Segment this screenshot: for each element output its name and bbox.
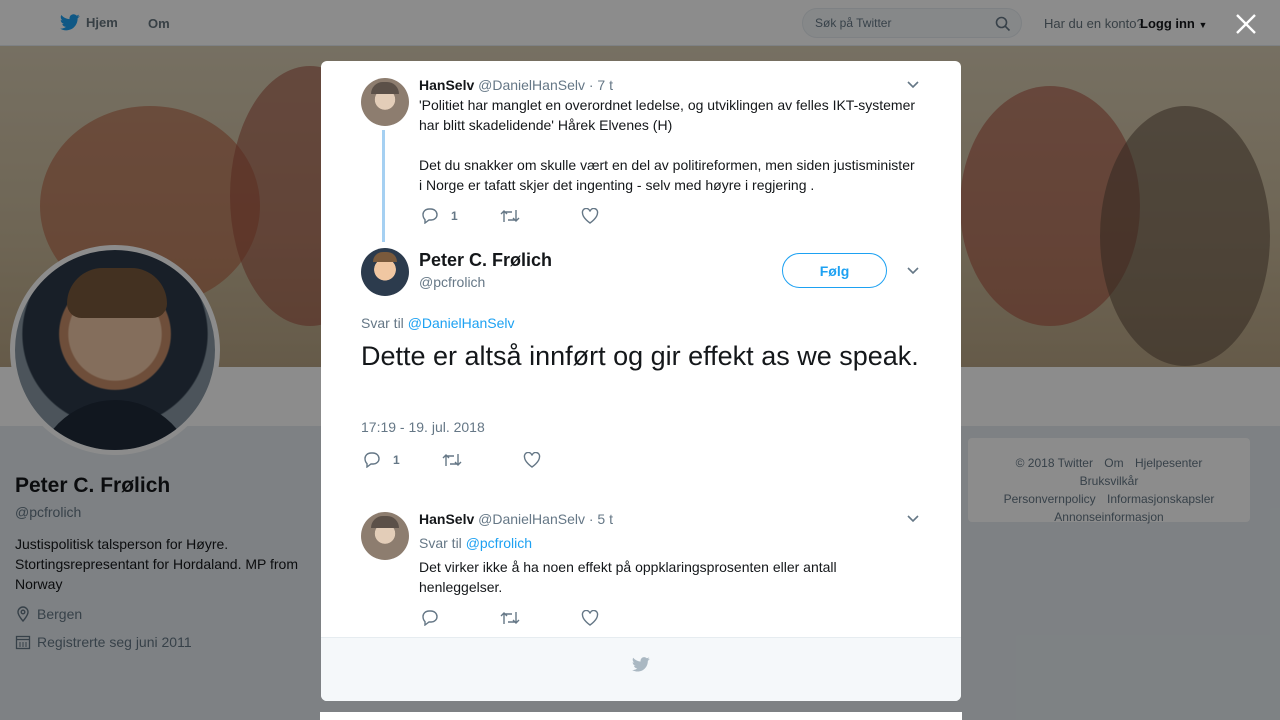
reply-tweet-text: Det virker ikke å ha noen effekt på oppk… (419, 559, 837, 595)
next-modal-edge (320, 712, 962, 720)
reply-prefix: Svar til (361, 315, 404, 331)
parent-tweet-text-2: Det du snakker om skulle vært en del av … (419, 157, 915, 193)
chevron-down-icon[interactable] (906, 266, 920, 276)
close-icon[interactable] (1232, 10, 1260, 38)
main-reply-count: 1 (393, 452, 400, 467)
main-tweet-timestamp[interactable]: 17:19 - 19. jul. 2018 (361, 419, 485, 435)
main-tweet-text: Dette er altså innført og gir effekt as … (361, 341, 919, 371)
reply-tweet-time[interactable]: · 5 t (589, 511, 613, 527)
reply-icon (422, 208, 438, 224)
retweet-icon[interactable] (500, 208, 520, 224)
retweet-icon[interactable] (500, 610, 520, 626)
reply-to-link[interactable]: @DanielHanSelv (408, 315, 515, 331)
main-tweet-reply-context: Svar til @DanielHanSelv (361, 315, 515, 331)
twitter-bird-icon (632, 657, 650, 672)
parent-tweet-time[interactable]: · 7 t (589, 77, 613, 93)
main-reply-action[interactable]: 1 (363, 451, 400, 468)
like-icon[interactable] (581, 610, 599, 626)
reply-tweet-header: HanSelv @DanielHanSelv · 5 t (419, 511, 613, 527)
main-tweet-name[interactable]: Peter C. Frølich (419, 250, 552, 271)
main-tweet-handle[interactable]: @pcfrolich (419, 274, 485, 290)
reply-tweet-reply-context: Svar til @pcfrolich (419, 535, 532, 551)
chevron-down-icon[interactable] (906, 80, 920, 90)
reply-icon (364, 452, 380, 468)
reply-tweet-avatar[interactable] (361, 512, 409, 560)
retweet-icon[interactable] (442, 452, 462, 468)
reply-tweet-name[interactable]: HanSelv (419, 511, 474, 527)
follow-button[interactable]: Følg (782, 253, 887, 288)
parent-reply-action[interactable]: 1 (421, 207, 458, 224)
parent-reply-count: 1 (451, 208, 458, 223)
reply-to-link[interactable]: @pcfrolich (466, 535, 532, 551)
reply-icon[interactable] (421, 609, 439, 626)
parent-tweet-name[interactable]: HanSelv (419, 77, 474, 93)
parent-tweet-text-1: 'Politiet har manglet en overordnet lede… (419, 97, 916, 133)
main-tweet-avatar[interactable] (361, 248, 409, 296)
reply-tweet-handle[interactable]: @DanielHanSelv (478, 511, 585, 527)
like-icon[interactable] (581, 208, 599, 224)
chevron-down-icon[interactable] (906, 514, 920, 524)
parent-tweet-handle[interactable]: @DanielHanSelv (478, 77, 585, 93)
parent-tweet-header: HanSelv @DanielHanSelv · 7 t (419, 77, 613, 93)
modal-footer (321, 637, 961, 701)
parent-tweet-avatar[interactable] (361, 78, 409, 126)
reply-prefix: Svar til (419, 535, 462, 551)
thread-connector-line (382, 130, 385, 242)
like-icon[interactable] (523, 452, 541, 468)
